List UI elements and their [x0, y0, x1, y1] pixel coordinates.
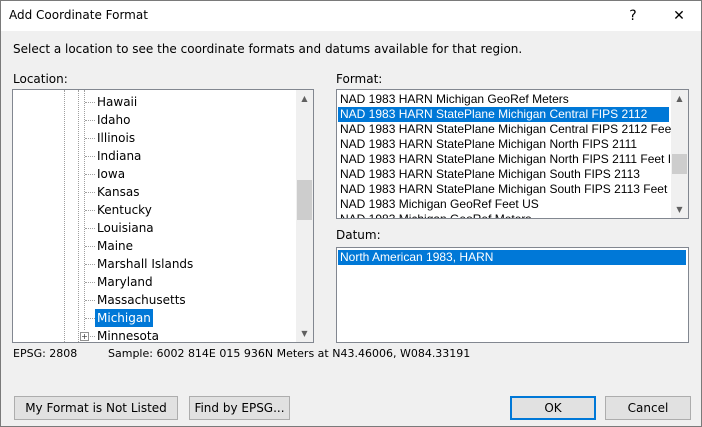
- format-item[interactable]: NAD 1983 HARN StatePlane Michigan Centra…: [338, 122, 688, 137]
- tree-connector: [85, 300, 95, 301]
- format-item[interactable]: NAD 1983 Michigan GeoRef Meters: [338, 212, 670, 218]
- location-item-label: Marshall Islands: [97, 257, 194, 271]
- location-label: Location:: [13, 72, 68, 86]
- help-icon: ?: [629, 8, 637, 24]
- format-list[interactable]: NAD 1983 HARN Michigan GeoRef Meters NAD …: [336, 89, 689, 219]
- ok-button[interactable]: OK: [510, 396, 596, 420]
- location-item[interactable]: Hawaii: [13, 93, 296, 111]
- sample-coordinate: Sample: 6002 814E 015 936N Meters at N43…: [108, 347, 471, 360]
- location-item[interactable]: Michigan: [13, 309, 296, 327]
- tree-connector: [85, 138, 95, 139]
- format-item[interactable]: NAD 1983 HARN StatePlane Michigan South …: [338, 167, 670, 182]
- tree-connector: [85, 264, 95, 265]
- location-item[interactable]: Massachusetts: [13, 291, 296, 309]
- location-item-label: Idaho: [97, 113, 131, 127]
- location-item-label: Kentucky: [97, 203, 152, 217]
- format-item[interactable]: NAD 1983 HARN StatePlane Michigan Centra…: [338, 107, 669, 122]
- tree-connector: [85, 174, 95, 175]
- location-scrollbar[interactable]: ▲ ▼: [296, 90, 313, 342]
- close-button[interactable]: ✕: [657, 1, 701, 31]
- tree-connector: [85, 102, 95, 103]
- format-scrollbar[interactable]: ▲ ▼: [671, 90, 688, 218]
- tree-connector: [85, 192, 95, 193]
- scroll-thumb[interactable]: [297, 180, 312, 220]
- location-item-label: Hawaii: [97, 95, 138, 109]
- location-item-label: Illinois: [97, 131, 136, 145]
- location-item[interactable]: Maine: [13, 237, 296, 255]
- location-item[interactable]: Louisiana: [13, 219, 296, 237]
- scroll-thumb[interactable]: [672, 154, 687, 174]
- tree-connector: [85, 210, 95, 211]
- tree-connector: [85, 282, 95, 283]
- help-button[interactable]: ?: [611, 1, 655, 31]
- epsg-code: EPSG: 2808: [13, 347, 78, 360]
- location-item-label: Maryland: [97, 275, 153, 289]
- tree-connector: [85, 156, 95, 157]
- location-item[interactable]: + Minnesota: [13, 327, 296, 343]
- expand-icon[interactable]: +: [80, 332, 89, 341]
- datum-list[interactable]: North American 1983, HARN: [336, 247, 689, 343]
- format-label: Format:: [336, 72, 383, 86]
- location-item-label: Iowa: [97, 167, 126, 181]
- tree-connector: [85, 120, 95, 121]
- scroll-down-icon[interactable]: ▼: [671, 201, 688, 218]
- tree-connector: [85, 228, 95, 229]
- scroll-up-icon[interactable]: ▲: [296, 90, 313, 107]
- location-item[interactable]: Iowa: [13, 165, 296, 183]
- datum-label: Datum:: [336, 228, 381, 242]
- format-item[interactable]: NAD 1983 HARN StatePlane Michigan North …: [338, 152, 684, 167]
- location-item-label: Maine: [97, 239, 134, 253]
- format-item[interactable]: NAD 1983 Michigan GeoRef Feet US: [338, 197, 670, 212]
- find-by-epsg-button[interactable]: Find by EPSG...: [189, 396, 290, 420]
- format-item[interactable]: NAD 1983 HARN StatePlane Michigan South …: [338, 182, 687, 197]
- close-icon: ✕: [673, 8, 685, 24]
- location-tree[interactable]: Hawaii Idaho Illinois Indiana Iowa Kansas Kent…: [12, 89, 314, 343]
- location-item-label: Minnesota: [97, 329, 159, 343]
- my-format-not-listed-button[interactable]: My Format is Not Listed: [14, 396, 178, 420]
- location-item[interactable]: Kentucky: [13, 201, 296, 219]
- scroll-up-icon[interactable]: ▲: [671, 90, 688, 107]
- location-item-label: Massachusetts: [97, 293, 186, 307]
- location-item[interactable]: Illinois: [13, 129, 296, 147]
- location-item-label: Michigan: [95, 309, 153, 327]
- window-title: Add Coordinate Format: [9, 8, 148, 22]
- format-item[interactable]: NAD 1983 HARN StatePlane Michigan North …: [338, 137, 670, 152]
- tree-connector: [85, 318, 95, 319]
- location-item-label: Louisiana: [97, 221, 154, 235]
- instruction-text: Select a location to see the coordinate …: [13, 42, 523, 56]
- tree-connector: [85, 246, 95, 247]
- location-item[interactable]: Idaho: [13, 111, 296, 129]
- location-item[interactable]: Maryland: [13, 273, 296, 291]
- title-bar: Add Coordinate Format ? ✕: [1, 1, 701, 31]
- datum-item[interactable]: North American 1983, HARN: [338, 250, 686, 265]
- add-coordinate-format-dialog: Add Coordinate Format ? ✕ Select a locat…: [0, 0, 702, 427]
- location-item-label: Indiana: [97, 149, 142, 163]
- format-item[interactable]: NAD 1983 HARN Michigan GeoRef Meters: [338, 92, 670, 107]
- location-item[interactable]: Marshall Islands: [13, 255, 296, 273]
- cancel-button[interactable]: Cancel: [605, 396, 691, 420]
- scroll-down-icon[interactable]: ▼: [296, 325, 313, 342]
- location-item-label: Kansas: [97, 185, 140, 199]
- location-item[interactable]: Kansas: [13, 183, 296, 201]
- location-item[interactable]: Indiana: [13, 147, 296, 165]
